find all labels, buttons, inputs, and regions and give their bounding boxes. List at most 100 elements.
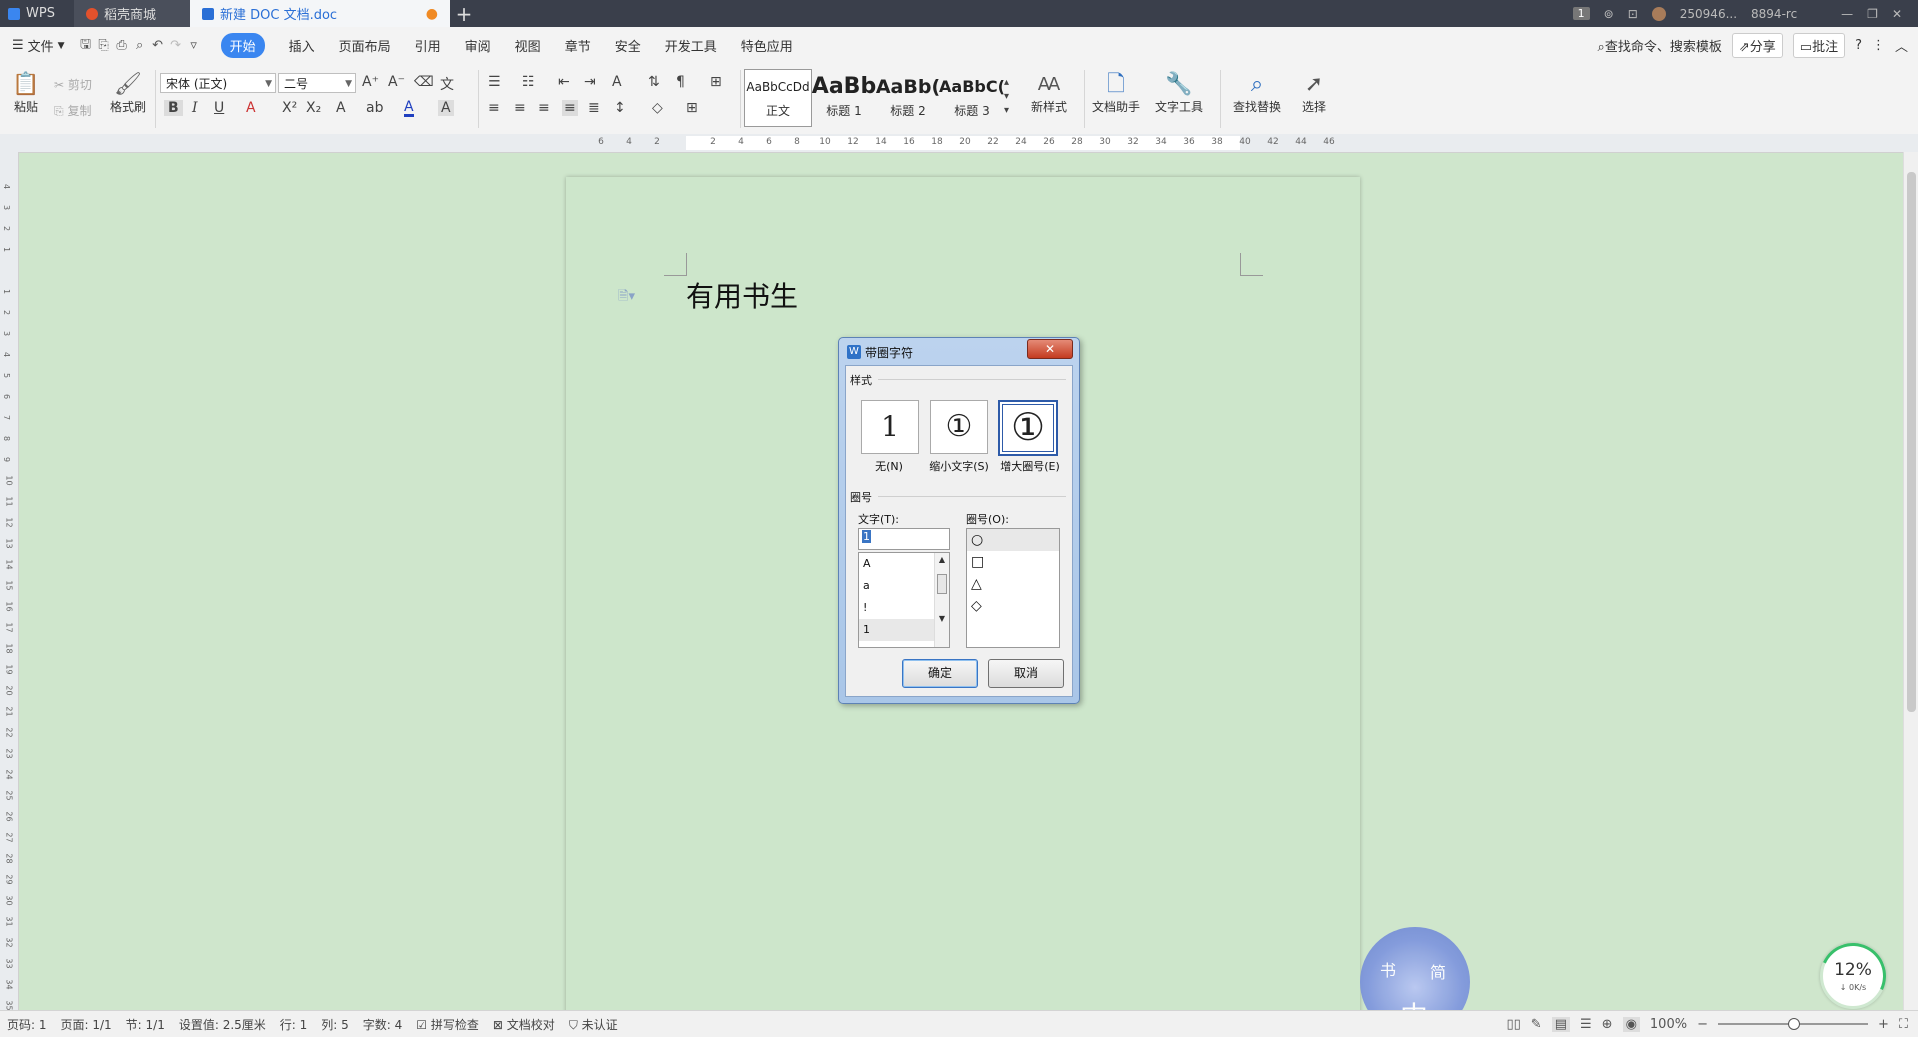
collapse-ribbon-icon[interactable]: ︿ [1895,36,1908,55]
view-edit-icon[interactable]: ✎ [1531,1017,1542,1032]
zoom-slider[interactable] [1717,1018,1868,1030]
justify-icon[interactable]: ≡ [562,100,578,116]
vertical-ruler[interactable]: 4 3 2 1 1 2 3 4 5 6 7 8 9 10 11 12 13 14 15 16 17 18 19 20 21 22 2… [0,152,19,1011]
style-option-enlarge-symbol[interactable]: ① [998,400,1058,456]
comment-button[interactable]: ▭批注 [1792,33,1846,58]
menu-chapter[interactable]: 章节 [553,27,603,64]
select-button[interactable]: ➚ 选择 [1294,72,1334,115]
line-spacing-icon[interactable]: ↕ [614,100,626,116]
dialog-titlebar[interactable]: W 带圈字符 [847,342,913,362]
menu-insert[interactable]: 插入 [277,27,327,64]
status-line[interactable]: 行: 1 [273,1016,315,1033]
status-page[interactable]: 页码: 1 [0,1016,54,1033]
view-web-icon[interactable]: ⊕ [1602,1017,1613,1032]
text-input[interactable]: 1 [858,528,950,550]
text-direction-icon[interactable]: A [612,74,622,90]
shading-icon[interactable]: ◇ [652,100,663,116]
print-icon[interactable]: ⎙ [113,38,131,53]
list-item[interactable]: □ [967,551,1059,573]
list-item[interactable]: ○ [967,529,1059,551]
close-window-icon[interactable]: ✕ [1892,7,1902,21]
help-icon[interactable]: ? [1855,38,1862,53]
menu-references[interactable]: 引用 [403,27,453,64]
scrollbar-thumb[interactable] [937,574,947,594]
bullet-list-icon[interactable]: ☰ [488,74,501,90]
status-setting[interactable]: 设置值: 2.5厘米 [172,1016,273,1033]
bold-icon[interactable]: B [164,100,183,116]
customize-icon[interactable]: ▿ [185,38,203,53]
user-name[interactable]: 250946... [1680,7,1737,21]
scroll-down-icon[interactable]: ▼ [935,614,949,623]
menu-page-layout[interactable]: 页面布局 [327,27,403,64]
vertical-scrollbar[interactable] [1903,152,1918,1010]
style-option-shrink-text[interactable]: ① [930,400,988,454]
status-column[interactable]: 列: 5 [314,1016,356,1033]
shrink-font-icon[interactable]: A⁻ [388,74,405,90]
menu-security[interactable]: 安全 [603,27,653,64]
phonetic-icon[interactable]: 文 [440,74,454,94]
scrollbar-thumb[interactable] [1907,172,1916,712]
cut-button[interactable]: ✂ 剪切 [54,76,92,93]
avatar[interactable] [1651,6,1666,21]
spell-check-status[interactable]: ☑ 拼写检查 [409,1016,486,1033]
export-icon[interactable]: ⎘ [95,38,113,53]
tab-wps[interactable]: WPS [0,0,80,27]
style-option-none[interactable]: 1 [861,400,919,454]
style-heading-1[interactable]: AaBb 标题 1 [810,69,878,127]
menu-review[interactable]: 审阅 [453,27,503,64]
eye-protect-icon[interactable]: ◉ [1622,1016,1640,1032]
status-word-count[interactable]: 字数: 4 [356,1016,410,1033]
grow-font-icon[interactable]: A⁺ [362,74,379,90]
styles-scroll-icon[interactable]: ▴ ▾ ▾ [1004,76,1009,118]
table-grid-icon[interactable]: ⊞ [710,74,722,90]
text-effect-icon[interactable]: A [336,100,346,116]
feedback-icon[interactable]: ⊡ [1628,7,1638,21]
font-name-select[interactable]: 宋体 (正文) ▼ [160,73,276,93]
tab-docer-store[interactable]: 稻壳商城 [74,0,198,27]
char-shading-icon[interactable]: A [438,100,454,116]
text-tools-button[interactable]: 🔧 文字工具 [1150,72,1208,115]
print-preview-icon[interactable]: ⌕ [131,38,149,53]
align-left-icon[interactable]: ≡ [488,100,500,116]
zoom-level[interactable]: 100% [1650,1017,1687,1032]
undo-icon[interactable]: ↶ [149,38,167,53]
format-painter-button[interactable]: 🖌 格式刷 [108,72,148,115]
more-icon[interactable]: ⋮ [1872,38,1885,53]
underline-icon[interactable]: U [214,100,224,116]
search-command[interactable]: ⌕查找命令、搜索模板 [1598,36,1722,55]
decrease-indent-icon[interactable]: ⇤ [558,74,570,90]
text-options-list[interactable]: A a ! 1 ▲ ▼ [858,552,950,648]
style-heading-3[interactable]: AaBbC( 标题 3 [938,69,1006,127]
list-item[interactable]: △ [967,573,1059,595]
new-style-button[interactable]: Ꜳ 新样式 [1024,72,1074,115]
list-scrollbar[interactable]: ▲ ▼ [934,553,949,647]
menu-developer[interactable]: 开发工具 [653,27,729,64]
italic-icon[interactable]: I [192,100,198,116]
document-text[interactable]: 有用书生 [686,275,798,315]
zoom-in-icon[interactable]: + [1878,1017,1889,1032]
clear-format-icon[interactable]: ⌫ [414,74,434,90]
view-outline-icon[interactable]: ☰ [1580,1017,1592,1032]
file-menu[interactable]: ☰ 文件 ▼ [0,27,77,64]
show-marks-icon[interactable]: ¶ [676,74,685,90]
proofread-status[interactable]: ⊠ 文档校对 [486,1016,562,1033]
certification-status[interactable]: ⛉ 未认证 [562,1016,625,1033]
dialog-close-button[interactable]: ✕ [1027,339,1073,359]
horizontal-ruler[interactable]: 6 4 2 2 4 6 8 10 12 14 16 18 20 22 24 26 28 30 32 34 36 38 40 4… [0,134,1918,153]
ok-button[interactable]: 确定 [902,659,978,688]
border-icon[interactable]: ⊞ [686,100,698,116]
minimize-icon[interactable]: — [1841,7,1853,21]
font-color-icon[interactable]: A [404,100,414,117]
style-heading-2[interactable]: AaBb( 标题 2 [874,69,942,127]
align-center-icon[interactable]: ≡ [514,100,526,116]
style-normal[interactable]: AaBbCcDd 正文 [744,69,812,127]
paste-button[interactable]: 📋 粘贴 [8,72,44,115]
numbered-list-icon[interactable]: ☷ [522,74,535,90]
highlight-icon[interactable]: ab [366,100,383,116]
network-speed-widget[interactable]: 12% ↓ 0K/s [1810,933,1896,1019]
status-pages[interactable]: 页面: 1/1 [54,1016,119,1033]
menu-home[interactable]: 开始 [209,27,277,64]
menu-special[interactable]: 特色应用 [729,27,805,64]
zoom-slider-knob[interactable] [1787,1018,1800,1030]
doc-assistant-button[interactable]: 🗋 文档助手 [1090,72,1142,115]
